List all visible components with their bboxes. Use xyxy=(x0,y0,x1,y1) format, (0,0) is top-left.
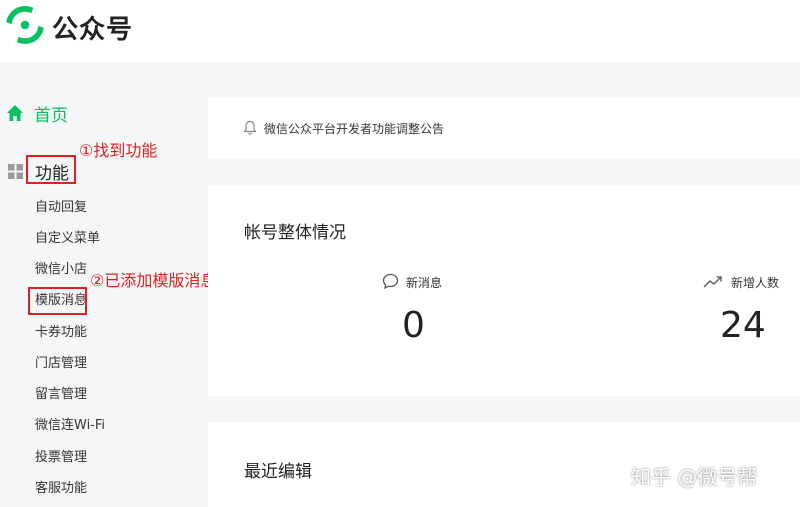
trend-up-icon xyxy=(703,276,722,288)
stat-new-followers-value[interactable]: 24 xyxy=(720,305,766,346)
grid-icon xyxy=(8,163,23,179)
sidebar-item-home[interactable]: 首页 xyxy=(6,102,68,126)
top-bar: 公众号 xyxy=(0,0,800,62)
account-overview-card: 帐号整体情况 新消息 0 新增人数 24 xyxy=(208,185,800,396)
sidebar-subitem-card-coupon[interactable]: 卡券功能 xyxy=(35,324,87,342)
annotation-box-functions xyxy=(26,155,76,184)
wechat-official-logo-icon[interactable] xyxy=(6,6,44,44)
stat-new-followers-label: 新增人数 xyxy=(731,276,780,290)
sidebar-subitem-wifi[interactable]: 微信连Wi-Fi xyxy=(35,417,105,435)
annotation-box-template-message xyxy=(28,287,87,315)
annotation-find-functions: ①找到功能 xyxy=(79,141,158,160)
sidebar-subitem-customer-service[interactable]: 客服功能 xyxy=(35,480,87,498)
notice-card[interactable]: 微信公众平台开发者功能调整公告 xyxy=(208,97,800,159)
sidebar-item-label: 首页 xyxy=(34,105,68,126)
bell-icon xyxy=(243,120,257,135)
watermark: 知乎 @微号帮 xyxy=(631,465,758,489)
recent-edits-title: 最近编辑 xyxy=(244,462,312,482)
overview-title: 帐号整体情况 xyxy=(244,223,346,243)
brand-title[interactable]: 公众号 xyxy=(52,9,133,46)
sidebar-subitem-comment-management[interactable]: 留言管理 xyxy=(35,386,87,404)
sidebar-subitem-custom-menu[interactable]: 自定义菜单 xyxy=(35,230,100,248)
home-icon xyxy=(7,105,23,121)
notice-text[interactable]: 微信公众平台开发者功能调整公告 xyxy=(264,120,444,137)
sidebar-subitem-wechat-store[interactable]: 微信小店 xyxy=(35,261,87,279)
sidebar-subitem-auto-reply[interactable]: 自动回复 xyxy=(35,199,87,217)
sidebar-subitem-store-management[interactable]: 门店管理 xyxy=(35,355,87,373)
stat-new-messages-value[interactable]: 0 xyxy=(402,305,425,346)
stat-new-messages-label: 新消息 xyxy=(406,276,443,290)
sidebar-subitem-vote-management[interactable]: 投票管理 xyxy=(35,449,87,467)
chat-bubble-icon xyxy=(382,273,399,290)
